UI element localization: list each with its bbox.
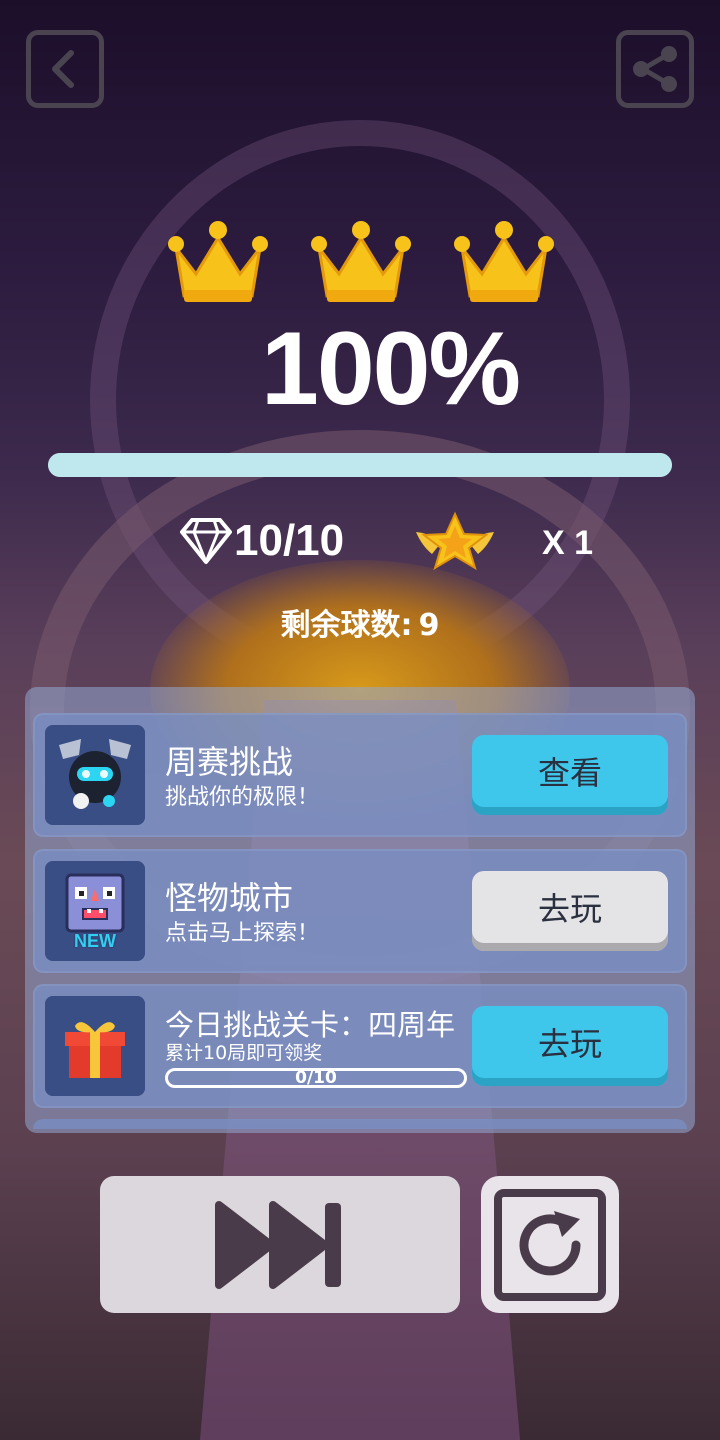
card-partial — [33, 1119, 687, 1129]
restart-button[interactable] — [481, 1176, 619, 1313]
card-thumbnail — [45, 996, 145, 1096]
activity-panel: 周赛挑战 挑战你的极限！ 查看 NEW 怪物城市 点击马上探索！ 去玩 今日挑战… — [25, 687, 695, 1133]
crown-icon — [311, 221, 411, 302]
chevron-left-icon — [52, 50, 74, 88]
card-title: 周赛挑战 — [165, 743, 294, 781]
card-subtitle: 挑战你的极限！ — [165, 785, 320, 810]
card-monster-city: NEW 怪物城市 点击马上探索！ 去玩 — [33, 849, 687, 973]
daily-progress: 0/10 — [165, 1068, 467, 1088]
fast-forward-icon — [215, 1200, 341, 1289]
diamond-icon — [180, 518, 232, 564]
winged-star-icon — [416, 511, 494, 571]
card-title: 怪物城市 — [165, 879, 294, 917]
stats-row: 10/10 X 1 — [0, 510, 720, 571]
star-multiplier: X 1 — [542, 524, 594, 562]
diamond-count: 10/10 — [234, 516, 345, 565]
crown-icon — [168, 221, 268, 302]
play-button[interactable]: 去玩 — [472, 871, 668, 951]
next-level-button[interactable] — [100, 1176, 460, 1313]
remaining-balls-label: 剩余球数: — [280, 608, 413, 643]
view-button[interactable]: 查看 — [472, 735, 668, 815]
play-button[interactable]: 去玩 — [472, 1006, 668, 1086]
crown-rating — [166, 212, 556, 308]
back-button[interactable] — [26, 30, 104, 108]
share-button[interactable] — [616, 30, 694, 108]
level-progress-bar — [48, 453, 672, 477]
share-icon — [633, 46, 677, 92]
level-progress-fill — [48, 453, 672, 477]
robot-character-icon — [45, 725, 145, 825]
gift-box-icon — [45, 996, 145, 1096]
card-weekly-challenge: 周赛挑战 挑战你的极限！ 查看 — [33, 713, 687, 837]
completion-percent: 100% — [261, 311, 521, 427]
card-thumbnail: NEW — [45, 861, 145, 961]
restart-frame — [494, 1188, 606, 1301]
card-daily-challenge: 今日挑战关卡：四周年 累计10局即可领奖 0/10 去玩 — [33, 984, 687, 1108]
card-thumbnail — [45, 725, 145, 825]
card-subtitle: 点击马上探索！ — [165, 921, 320, 946]
remaining-balls-value: 9 — [418, 608, 440, 643]
restart-icon — [519, 1210, 581, 1275]
new-badge: NEW — [74, 931, 116, 951]
crown-icon — [454, 221, 554, 302]
remaining-balls: 剩余球数: 9 — [0, 600, 720, 644]
card-subtitle: 累计10局即可领奖 — [165, 1042, 323, 1064]
